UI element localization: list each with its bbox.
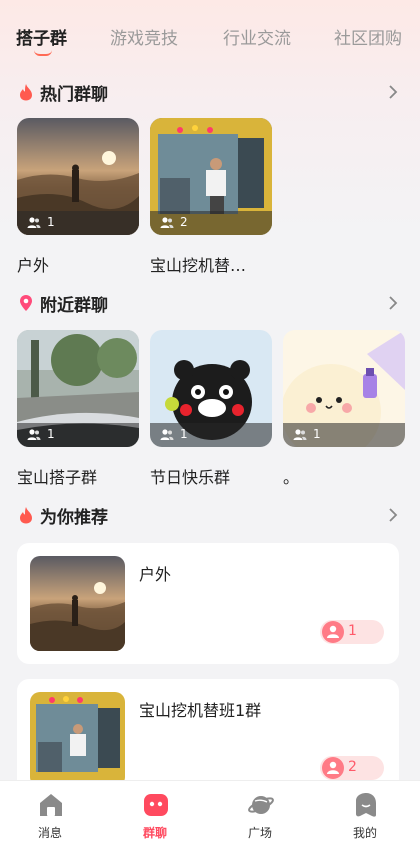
member-count-bar: 1 (17, 423, 139, 447)
member-count-bar: 2 (150, 211, 272, 235)
member-count-bar: 1 (150, 423, 272, 447)
member-count: 2 (180, 215, 188, 229)
tab-dazi-group[interactable]: 搭子群 (16, 24, 67, 49)
chevron-right-icon[interactable] (386, 507, 400, 523)
nav-label: 群聊 (142, 826, 167, 840)
member-count-badge: 2 (320, 756, 384, 780)
nearby-groups-title: 附近群聊 (40, 296, 108, 316)
hot-group-label: 宝山挖机替… (150, 256, 247, 275)
nearby-group-label: 节日快乐群 (150, 468, 231, 487)
members-icon (322, 621, 344, 643)
group-chat-icon (144, 794, 168, 816)
tab-industry[interactable]: 行业交流 (223, 24, 291, 49)
excavator-operator-photo (30, 692, 125, 780)
hot-group-label: 户外 (17, 256, 50, 275)
nearby-group-card-holiday[interactable]: 1 (150, 330, 272, 447)
nav-label: 消息 (37, 826, 62, 840)
nav-square[interactable]: 广场 (225, 781, 295, 841)
nav-group-chat[interactable]: 群聊 (120, 781, 190, 841)
nearby-groups-header[interactable]: 附近群聊 (18, 291, 402, 316)
nav-label: 我的 (352, 826, 377, 840)
member-count: 1 (313, 427, 321, 441)
member-count: 2 (348, 759, 357, 775)
recommend-card-excavator[interactable]: 宝山挖机替班1群 2 (17, 679, 399, 780)
flame-icon (20, 84, 32, 101)
main-content[interactable]: 搭子群 游戏竞技 行业交流 社区团购 热门群聊 1 户外 2 宝山挖机替… 附近… (0, 0, 420, 780)
planet-icon (248, 796, 274, 814)
tab-gaming[interactable]: 游戏竞技 (110, 24, 178, 49)
active-tab-indicator (34, 50, 52, 56)
recommend-thumbnail (30, 556, 125, 651)
recommend-header[interactable]: 为你推荐 (18, 503, 402, 528)
recommend-card-title: 户外 (139, 565, 172, 584)
profile-icon (356, 793, 376, 817)
flame-icon (20, 507, 32, 524)
nearby-group-label: 。 (283, 468, 300, 487)
recommend-card-title: 宝山挖机替班1群 (139, 701, 262, 720)
members-icon (27, 217, 41, 228)
nav-profile[interactable]: 我的 (330, 781, 400, 841)
members-icon (160, 429, 174, 440)
recommend-card-outdoor[interactable]: 户外 1 (17, 543, 399, 664)
member-count: 1 (47, 427, 55, 441)
nav-label: 广场 (247, 826, 272, 840)
chevron-right-icon[interactable] (386, 295, 400, 311)
chevron-right-icon[interactable] (386, 84, 400, 100)
members-icon (27, 429, 41, 440)
sunset-hiker-photo (30, 556, 125, 651)
nearby-group-label: 宝山搭子群 (17, 468, 98, 487)
tab-community-buy[interactable]: 社区团购 (334, 24, 402, 49)
member-count: 1 (180, 427, 188, 441)
recommend-title: 为你推荐 (40, 508, 108, 528)
hot-groups-header[interactable]: 热门群聊 (18, 80, 402, 105)
nearby-group-card-baoshan[interactable]: 1 (17, 330, 139, 447)
member-count: 1 (47, 215, 55, 229)
home-message-icon (40, 794, 62, 816)
members-icon (160, 217, 174, 228)
category-tabs: 搭子群 游戏竞技 行业交流 社区团购 (16, 24, 420, 56)
bottom-nav: 消息 群聊 广场 我的 (0, 780, 420, 841)
member-count: 1 (348, 623, 357, 639)
member-count-bar: 1 (283, 423, 405, 447)
location-pin-icon (20, 295, 32, 311)
hot-group-card-outdoor[interactable]: 1 (17, 118, 139, 235)
hot-group-card-excavator[interactable]: 2 (150, 118, 272, 235)
member-count-bar: 1 (17, 211, 139, 235)
members-icon (293, 429, 307, 440)
nav-messages[interactable]: 消息 (15, 781, 85, 841)
nearby-group-card-dot[interactable]: 1 (283, 330, 405, 447)
members-icon (322, 757, 344, 779)
member-count-badge: 1 (320, 620, 384, 644)
hot-groups-title: 热门群聊 (40, 85, 108, 105)
recommend-thumbnail (30, 692, 125, 780)
